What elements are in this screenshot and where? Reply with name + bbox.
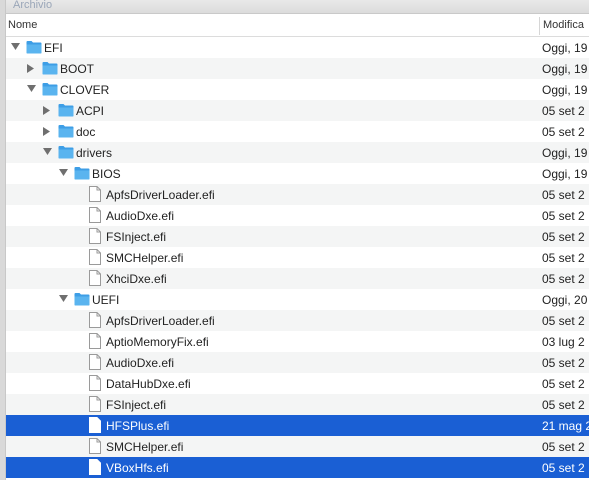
item-date-modified: 21 mag 2 [542,419,589,433]
file-row[interactable]: HFSPlus.efi 21 mag 2 [6,415,589,436]
item-date-modified: Oggi, 19 [542,146,588,160]
item-name: AudioDxe.efi [106,356,175,370]
item-name: HFSPlus.efi [106,419,170,433]
folder-row[interactable]: BOOT Oggi, 19 [6,58,589,79]
folder-icon [58,124,74,141]
item-name: FSInject.efi [106,398,167,412]
folder-icon [42,82,58,99]
document-icon [89,228,101,247]
column-header-modified[interactable]: Modifica [543,19,584,31]
document-icon [89,207,101,226]
disclosure-closed-icon[interactable] [26,63,36,73]
column-header-name[interactable]: Nome [8,19,37,31]
document-icon [89,354,101,373]
item-name: XhciDxe.efi [106,272,167,286]
column-divider[interactable] [539,17,540,35]
document-icon [89,417,101,436]
item-name: DataHubDxe.efi [106,377,191,391]
file-row[interactable]: DataHubDxe.efi 05 set 2 [6,373,589,394]
folder-row[interactable]: drivers Oggi, 19 [6,142,589,163]
file-row[interactable]: ApfsDriverLoader.efi 05 set 2 [6,310,589,331]
item-name: SMCHelper.efi [106,440,184,454]
item-name: EFI [44,41,63,55]
item-date-modified: 05 set 2 [542,314,585,328]
item-date-modified: Oggi, 19 [542,83,588,97]
disclosure-open-icon[interactable] [58,294,68,304]
document-icon [89,333,101,352]
folder-icon [42,61,58,78]
folder-row[interactable]: UEFI Oggi, 20 [6,289,589,310]
item-date-modified: 05 set 2 [542,440,585,454]
file-row[interactable]: SMCHelper.efi 05 set 2 [6,436,589,457]
item-name: FSInject.efi [106,230,167,244]
column-header: Nome Modifica [6,15,589,37]
disclosure-open-icon[interactable] [42,147,52,157]
file-row[interactable]: AptioMemoryFix.efi 03 lug 2 [6,331,589,352]
item-name: ApfsDriverLoader.efi [106,314,215,328]
item-date-modified: 03 lug 2 [542,335,585,349]
item-name: CLOVER [60,83,110,97]
disclosure-open-icon[interactable] [26,84,36,94]
item-name: AptioMemoryFix.efi [106,335,209,349]
document-icon [89,396,101,415]
item-name: doc [76,125,96,139]
item-name: BOOT [60,62,95,76]
item-date-modified: 05 set 2 [542,230,585,244]
file-list: EFI Oggi, 19 BOOT Oggi, 19 CLOVER Oggi, 19 ACP… [6,37,589,478]
item-name: ApfsDriverLoader.efi [106,188,215,202]
item-date-modified: 05 set 2 [542,377,585,391]
item-date-modified: 05 set 2 [542,104,585,118]
folder-row[interactable]: EFI Oggi, 19 [6,37,589,58]
file-row[interactable]: SMCHelper.efi 05 set 2 [6,247,589,268]
item-name: UEFI [92,293,120,307]
item-date-modified: 05 set 2 [542,461,585,475]
file-row[interactable]: AudioDxe.efi 05 set 2 [6,352,589,373]
document-icon [89,459,101,478]
document-icon [89,438,101,457]
item-date-modified: Oggi, 19 [542,167,588,181]
folder-row[interactable]: CLOVER Oggi, 19 [6,79,589,100]
file-row[interactable]: FSInject.efi 05 set 2 [6,226,589,247]
item-date-modified: 05 set 2 [542,251,585,265]
file-row[interactable]: ApfsDriverLoader.efi 05 set 2 [6,184,589,205]
folder-icon [58,103,74,120]
item-date-modified: Oggi, 19 [542,41,588,55]
item-date-modified: 05 set 2 [542,125,585,139]
item-date-modified: 05 set 2 [542,188,585,202]
item-date-modified: 05 set 2 [542,398,585,412]
document-icon [89,249,101,268]
tab-bar: Archivio [6,0,589,14]
file-row[interactable]: AudioDxe.efi 05 set 2 [6,205,589,226]
tab-archivio[interactable]: Archivio [13,0,52,11]
disclosure-closed-icon[interactable] [42,105,52,115]
item-date-modified: 05 set 2 [542,209,585,223]
file-row[interactable]: XhciDxe.efi 05 set 2 [6,268,589,289]
folder-row[interactable]: ACPI 05 set 2 [6,100,589,121]
item-name: drivers [76,146,113,160]
item-date-modified: Oggi, 19 [542,62,588,76]
item-name: VBoxHfs.efi [106,461,169,475]
document-icon [89,375,101,394]
folder-icon [74,292,90,309]
item-date-modified: 05 set 2 [542,356,585,370]
folder-icon [26,40,42,57]
item-date-modified: Oggi, 20 [542,293,588,307]
item-name: AudioDxe.efi [106,209,175,223]
folder-row[interactable]: doc 05 set 2 [6,121,589,142]
document-icon [89,186,101,205]
folder-icon [58,145,74,162]
disclosure-open-icon[interactable] [10,42,20,52]
folder-icon [74,166,90,183]
item-name: BIOS [92,167,121,181]
document-icon [89,270,101,289]
disclosure-closed-icon[interactable] [42,126,52,136]
document-icon [89,312,101,331]
item-date-modified: 05 set 2 [542,272,585,286]
file-row[interactable]: FSInject.efi 05 set 2 [6,394,589,415]
item-name: ACPI [76,104,105,118]
disclosure-open-icon[interactable] [58,168,68,178]
folder-row[interactable]: BIOS Oggi, 19 [6,163,589,184]
file-row[interactable]: VBoxHfs.efi 05 set 2 [6,457,589,478]
item-name: SMCHelper.efi [106,251,184,265]
